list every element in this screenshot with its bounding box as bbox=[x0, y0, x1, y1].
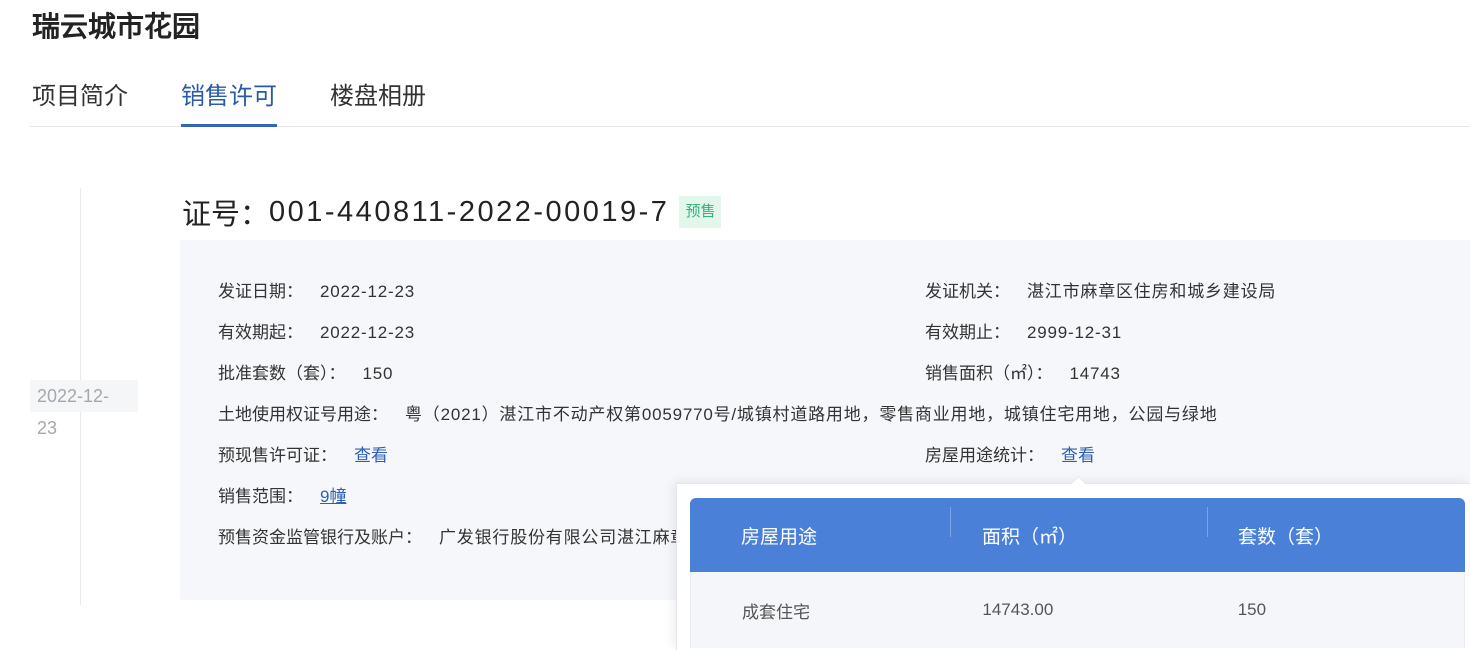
header-cell-units: 套数（套） bbox=[1207, 506, 1465, 549]
tab-label: 楼盘相册 bbox=[330, 83, 426, 110]
issuer-value: 湛江市麻章区住房和城乡建设局 bbox=[1027, 282, 1277, 301]
presale-status-badge: 预售 bbox=[679, 196, 722, 228]
timeline-date-marker: 2022-12-23 bbox=[30, 380, 138, 438]
usage-stats-popup: 房屋用途 面积（㎡） 套数（套） 成套住宅 14743.00 150 bbox=[676, 483, 1470, 650]
tab-active-indicator bbox=[181, 124, 277, 127]
cell-units: 150 bbox=[1237, 600, 1267, 619]
usage-stats-label: 房屋用途统计： bbox=[925, 446, 1044, 465]
header-cell-usage: 房屋用途 bbox=[741, 526, 818, 548]
valid-to-value: 2999-12-31 bbox=[1027, 323, 1122, 342]
usage-stats-view-link[interactable]: 查看 bbox=[1061, 446, 1095, 465]
detail-row: 发证日期： 2022-12-23 发证机关： 湛江市麻章区住房和城乡建设局 bbox=[218, 271, 1470, 312]
tab-project-intro[interactable]: 项目简介 bbox=[32, 72, 128, 127]
approved-units-value: 150 bbox=[362, 364, 394, 383]
escrow-account-value: 广发银行股份有限公司湛江麻章 bbox=[439, 528, 689, 547]
timeline-date: 2022-12-23 bbox=[37, 386, 110, 438]
tab-label: 销售许可 bbox=[181, 83, 277, 110]
header-cell-area: 面积（㎡） bbox=[950, 506, 1207, 549]
detail-row: 预现售许可证： 查看 房屋用途统计： 查看 bbox=[218, 435, 1470, 476]
cell-area: 14743.00 bbox=[982, 600, 1054, 619]
issuer-label: 发证机关： bbox=[925, 282, 1010, 301]
table-row: 成套住宅 14743.00 150 bbox=[690, 572, 1465, 648]
escrow-account-label: 预售资金监管银行及账户： bbox=[218, 528, 422, 547]
sale-area-value: 14743 bbox=[1069, 364, 1121, 383]
valid-from-label: 有效期起： bbox=[218, 323, 303, 342]
sale-scope-link[interactable]: 9幢 bbox=[320, 487, 346, 506]
sale-area-label: 销售面积（㎡）： bbox=[925, 364, 1053, 383]
approved-units-label: 批准套数（套）： bbox=[218, 364, 346, 383]
usage-table: 房屋用途 面积（㎡） 套数（套） 成套住宅 14743.00 150 bbox=[690, 498, 1465, 648]
usage-table-header: 房屋用途 面积（㎡） 套数（套） bbox=[690, 498, 1465, 572]
issue-date-value: 2022-12-23 bbox=[320, 282, 415, 301]
issue-date-label: 发证日期： bbox=[218, 282, 303, 301]
page-title: 瑞云城市花园 bbox=[32, 11, 201, 42]
valid-from-value: 2022-12-23 bbox=[320, 323, 415, 342]
tab-album[interactable]: 楼盘相册 bbox=[330, 72, 426, 127]
tab-bar: 项目简介 销售许可 楼盘相册 bbox=[30, 72, 1470, 127]
valid-to-label: 有效期止： bbox=[925, 323, 1010, 342]
tab-sales-permit[interactable]: 销售许可 bbox=[181, 72, 277, 127]
tab-label: 项目简介 bbox=[32, 83, 128, 110]
presale-license-label: 预现售许可证： bbox=[218, 446, 337, 465]
detail-row: 有效期起： 2022-12-23 有效期止： 2999-12-31 bbox=[218, 312, 1470, 353]
presale-license-view-link[interactable]: 查看 bbox=[354, 446, 388, 465]
cell-usage: 成套住宅 bbox=[742, 602, 810, 622]
detail-row: 土地使用权证号用途： 粤（2021）湛江市不动产权第0059770号/城镇村道路用… bbox=[218, 394, 1470, 435]
detail-row: 批准套数（套）： 150 销售面积（㎡）： 14743 bbox=[218, 353, 1470, 394]
land-use-value: 粤（2021）湛江市不动产权第0059770号/城镇村道路用地，零售商业用地，城… bbox=[405, 405, 1218, 424]
permit-heading: 证号： 001-440811-2022-00019-7 预售 bbox=[182, 192, 722, 232]
land-use-label: 土地使用权证号用途： bbox=[218, 405, 388, 424]
sale-scope-label: 销售范围： bbox=[218, 487, 303, 506]
permit-number: 001-440811-2022-00019-7 bbox=[269, 195, 670, 228]
permit-number-label: 证号： bbox=[182, 199, 270, 231]
